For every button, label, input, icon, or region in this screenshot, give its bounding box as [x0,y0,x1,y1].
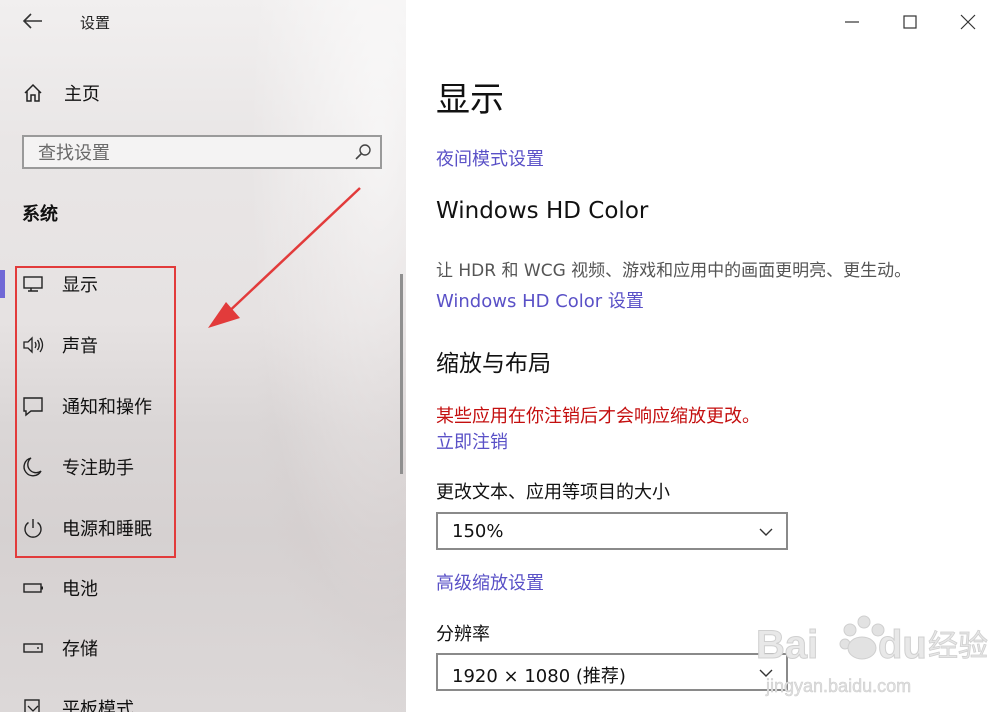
sidebar-item-display[interactable]: 显示 [0,262,380,306]
scale-layout-heading: 缩放与布局 [436,351,551,377]
sidebar-item-label: 电池 [62,579,98,600]
resolution-dropdown-value: 1920 × 1080 (推荐) [452,666,626,687]
maximize-icon[interactable] [898,10,922,34]
tablet-icon [24,699,40,712]
sidebar-item-battery[interactable]: 电池 [0,566,380,610]
sidebar-item-tablet-mode[interactable]: 平板模式 [0,686,380,712]
sidebar-item-label: 通知和操作 [62,397,152,418]
home-icon [24,83,42,102]
night-light-settings-link[interactable]: 夜间模式设置 [436,145,544,171]
back-arrow-icon[interactable] [22,10,44,32]
battery-icon [23,583,43,593]
sidebar-item-focus-assist[interactable]: 专注助手 [0,445,380,489]
speaker-icon [23,336,44,354]
sidebar-item-label: 电源和睡眠 [62,519,152,540]
sidebar-item-label: 主页 [64,84,100,105]
advanced-scaling-link[interactable]: 高级缩放设置 [436,569,544,595]
scale-warning-text: 某些应用在你注销后才会响应缩放更改。 [436,406,760,427]
moon-icon [23,457,42,477]
minimize-icon[interactable] [840,10,864,34]
sidebar-item-storage[interactable]: 存储 [0,626,380,670]
sidebar-item-label: 显示 [62,275,98,296]
search-input[interactable] [36,139,340,167]
monitor-icon [23,276,43,292]
chevron-down-icon [759,528,773,536]
text-size-label: 更改文本、应用等项目的大小 [436,482,670,503]
sidebar-item-label: 平板模式 [62,699,134,712]
scale-dropdown[interactable]: 150% [436,512,788,550]
sidebar-item-home[interactable]: 主页 [22,80,100,106]
sidebar-item-power-sleep[interactable]: 电源和睡眠 [0,506,380,550]
sidebar-item-notifications[interactable]: 通知和操作 [0,384,380,428]
sidebar-item-label: 声音 [62,336,98,357]
search-icon[interactable] [354,143,372,161]
storage-icon [23,643,43,653]
hd-color-description: 让 HDR 和 WCG 视频、游戏和应用中的画面更明亮、更生动。 [436,261,912,281]
resolution-label: 分辨率 [436,624,490,645]
settings-content: 显示 夜间模式设置 Windows HD Color 让 HDR 和 WCG 视… [406,0,1000,712]
page-title: 显示 [436,80,504,120]
sidebar-item-sound[interactable]: 声音 [0,323,380,367]
notification-icon [23,397,43,417]
power-icon [24,519,42,538]
resolution-dropdown[interactable]: 1920 × 1080 (推荐) [436,653,788,691]
scale-dropdown-value: 150% [452,521,504,542]
window-title: 设置 [80,14,111,32]
close-icon[interactable] [956,10,980,34]
sign-out-now-link[interactable]: 立即注销 [436,428,508,454]
hd-color-heading: Windows HD Color [436,198,649,224]
settings-sidebar: 设置 主页 系统 显示 声音 通知和操作 [0,0,406,712]
hd-color-settings-link[interactable]: Windows HD Color 设置 [436,287,644,313]
sidebar-item-label: 专注助手 [62,458,134,479]
search-box[interactable] [22,135,382,169]
sidebar-scrollbar[interactable] [400,274,403,474]
sidebar-item-label: 存储 [62,639,98,660]
section-title: 系统 [22,204,58,225]
chevron-down-icon [759,669,773,677]
